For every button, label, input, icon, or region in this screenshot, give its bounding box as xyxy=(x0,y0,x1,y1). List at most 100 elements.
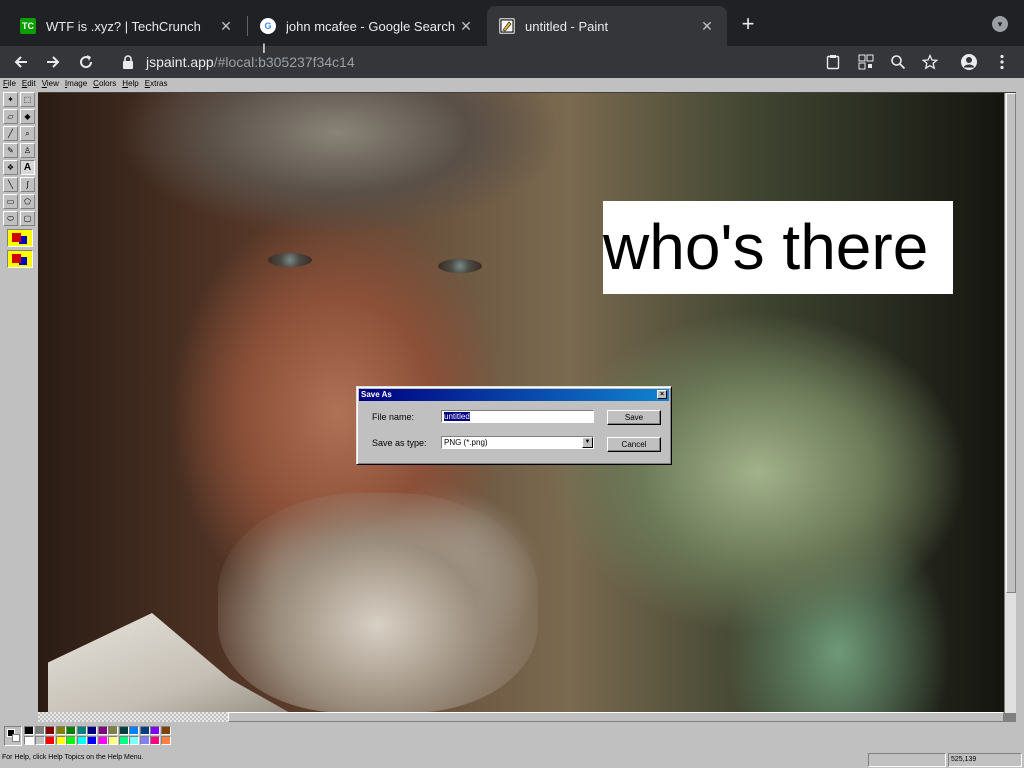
palette-swatch[interactable] xyxy=(118,726,129,735)
palette-swatch[interactable] xyxy=(87,736,97,745)
palette-swatch[interactable] xyxy=(76,726,87,735)
palette-swatch[interactable] xyxy=(118,736,129,745)
palette-swatch[interactable] xyxy=(66,736,76,745)
status-coordinates: 525,139 xyxy=(948,753,1022,767)
text-transparent-option-icon[interactable] xyxy=(7,250,33,268)
palette-swatch[interactable] xyxy=(150,726,160,735)
dialog-close-icon[interactable]: × xyxy=(657,390,667,399)
lock-icon[interactable] xyxy=(120,54,136,70)
palette-swatch[interactable] xyxy=(129,736,139,745)
text-opaque-option-icon[interactable] xyxy=(7,229,33,247)
chevron-down-icon[interactable]: ▼ xyxy=(582,437,593,448)
brush-icon[interactable]: ♙ xyxy=(20,143,35,158)
palette-swatch[interactable] xyxy=(45,736,55,745)
current-colors[interactable] xyxy=(4,726,22,746)
tab-google-search[interactable]: G john mcafee - Google Search ✕ xyxy=(248,6,486,46)
menu-help[interactable]: Help xyxy=(119,78,141,91)
save-type-label: Save as type: xyxy=(372,438,427,448)
vertical-scrollbar[interactable] xyxy=(1004,93,1016,713)
cancel-button[interactable]: Cancel xyxy=(607,437,661,452)
pick-color-icon[interactable]: ╱ xyxy=(3,126,18,141)
airbrush-icon[interactable]: ❖ xyxy=(3,160,18,175)
new-tab-button[interactable]: + xyxy=(736,11,760,36)
magnifier-icon[interactable]: ⌕ xyxy=(20,126,35,141)
palette-swatch[interactable] xyxy=(129,726,139,735)
palette-swatch[interactable] xyxy=(160,736,171,745)
save-as-dialog: Save As × File name: untitled Save as ty… xyxy=(356,386,672,465)
tab-paint[interactable]: untitled - Paint ✕ xyxy=(487,6,727,46)
palette-swatch[interactable] xyxy=(108,736,118,745)
horizontal-scrollbar[interactable] xyxy=(38,712,1004,722)
palette-swatch[interactable] xyxy=(97,736,108,745)
palette-swatch[interactable] xyxy=(97,726,108,735)
rectangle-icon[interactable]: ▭ xyxy=(3,194,18,209)
address-bar[interactable]: jspaint.app/#local:b305237f34c14 xyxy=(108,47,808,77)
url-host: jspaint.app xyxy=(146,54,214,70)
ellipse-icon[interactable]: ⬭ xyxy=(3,211,18,226)
menu-colors[interactable]: Colors xyxy=(90,78,119,91)
text-tool-icon[interactable]: A xyxy=(20,160,35,175)
bookmark-star-icon[interactable] xyxy=(919,51,941,73)
dialog-title-bar[interactable]: Save As × xyxy=(359,389,669,401)
vertical-scroll-thumb[interactable] xyxy=(1006,93,1016,593)
palette-swatch[interactable] xyxy=(87,726,97,735)
save-type-value: PNG (*.png) xyxy=(444,438,488,447)
clipboard-icon[interactable] xyxy=(822,51,844,73)
file-name-label: File name: xyxy=(372,412,415,422)
palette-swatch[interactable] xyxy=(66,726,76,735)
palette-swatch[interactable] xyxy=(24,726,34,735)
polygon-icon[interactable]: ⬠ xyxy=(20,194,35,209)
palette-swatch[interactable] xyxy=(45,726,55,735)
back-icon[interactable] xyxy=(9,50,33,74)
pencil-icon[interactable]: ✎ xyxy=(3,143,18,158)
forward-icon[interactable] xyxy=(41,50,65,74)
rect-select-icon[interactable]: ⬚ xyxy=(20,92,35,107)
tab-close-icon[interactable]: ✕ xyxy=(458,18,474,34)
tab-title: WTF is .xyz? | TechCrunch xyxy=(46,18,201,34)
file-name-value: untitled xyxy=(444,412,470,421)
free-form-select-icon[interactable]: ✦ xyxy=(3,92,18,107)
palette-swatch[interactable] xyxy=(150,736,160,745)
photo-hair xyxy=(78,93,598,273)
toolbox: ✦ ⬚ ▱ ◆ ╱ ⌕ ✎ ♙ ❖ A ╲ ∫ ▭ ⬠ ⬭ ▢ xyxy=(2,92,36,282)
paint-favicon-icon xyxy=(499,18,515,34)
menu-extras[interactable]: Extras xyxy=(142,78,171,91)
palette-swatch[interactable] xyxy=(139,736,150,745)
background-color xyxy=(12,734,20,742)
palette-swatch[interactable] xyxy=(34,736,45,745)
save-button[interactable]: Save xyxy=(607,410,661,425)
tab-title: john mcafee - Google Search xyxy=(286,18,456,34)
curve-icon[interactable]: ∫ xyxy=(20,177,35,192)
menu-edit[interactable]: Edit xyxy=(19,78,39,91)
palette-swatch[interactable] xyxy=(108,726,118,735)
horizontal-scroll-thumb[interactable] xyxy=(228,712,1004,722)
url-path: /#local:b305237f34c14 xyxy=(213,54,355,70)
save-type-select[interactable]: PNG (*.png) ▼ xyxy=(441,436,594,449)
tab-close-icon[interactable]: ✕ xyxy=(699,18,715,34)
palette-swatch[interactable] xyxy=(24,736,34,745)
rounded-rectangle-icon[interactable]: ▢ xyxy=(20,211,35,226)
reload-icon[interactable] xyxy=(74,50,98,74)
fill-bucket-icon[interactable]: ◆ xyxy=(20,109,35,124)
profile-icon[interactable] xyxy=(958,51,980,73)
more-options-icon[interactable] xyxy=(991,51,1013,73)
palette-swatch[interactable] xyxy=(160,726,171,735)
menu-file[interactable]: File xyxy=(0,78,19,91)
zoom-icon[interactable] xyxy=(887,51,909,73)
palette-swatch[interactable] xyxy=(139,726,150,735)
file-name-field[interactable]: untitled xyxy=(441,410,594,423)
palette-swatch[interactable] xyxy=(55,726,66,735)
palette-swatch[interactable] xyxy=(55,736,66,745)
palette-swatch[interactable] xyxy=(34,726,45,735)
qr-code-icon[interactable] xyxy=(855,51,877,73)
tab-search-icon[interactable]: ▾ xyxy=(992,16,1008,32)
tab-techcrunch[interactable]: TC WTF is .xyz? | TechCrunch ✕ xyxy=(8,6,246,46)
status-cell-empty xyxy=(868,753,946,767)
palette-swatch[interactable] xyxy=(76,736,87,745)
eraser-icon[interactable]: ▱ xyxy=(3,109,18,124)
text-cursor-icon: I xyxy=(262,40,266,56)
menu-view[interactable]: View xyxy=(39,78,62,91)
tab-close-icon[interactable]: ✕ xyxy=(218,18,234,34)
line-icon[interactable]: ╲ xyxy=(3,177,18,192)
menu-image[interactable]: Image xyxy=(62,78,90,91)
